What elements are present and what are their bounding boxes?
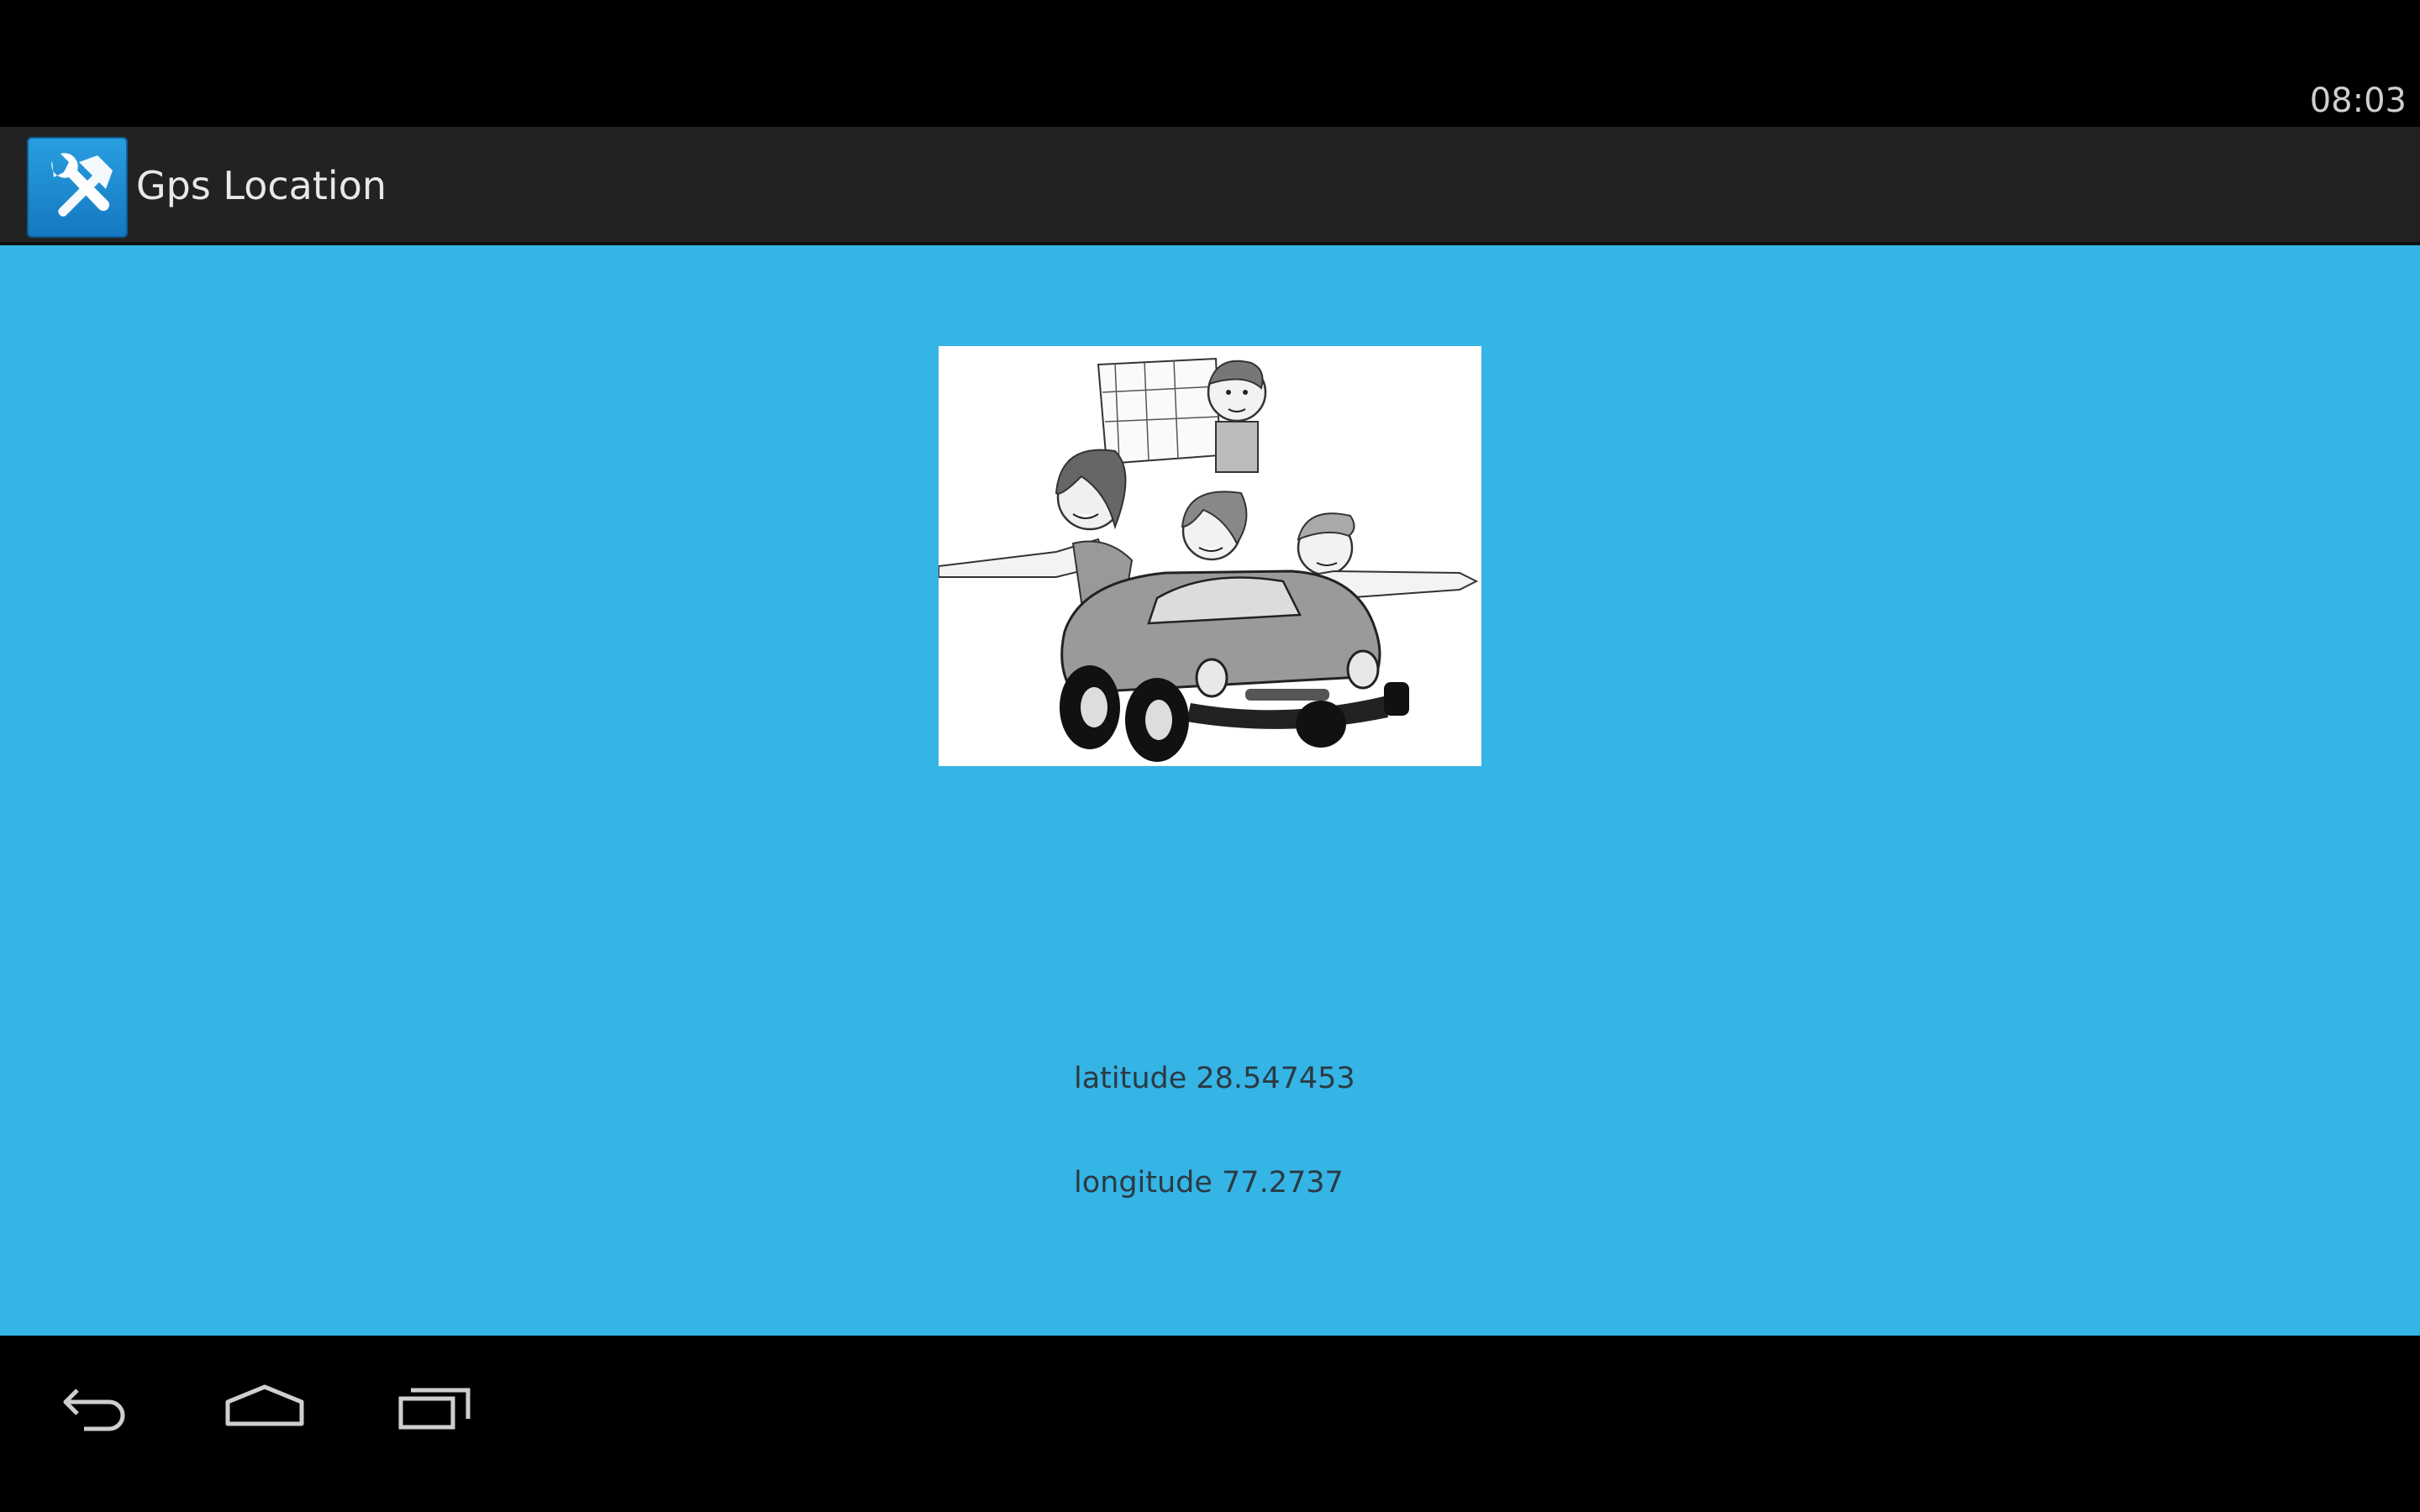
road-trip-illustration [939,346,1481,766]
screen: 08:03 Gps Location latitude 28.547453 lo… [0,0,2420,1512]
action-bar: Gps Location [0,127,2420,245]
longitude-text: longitude 77.2737 [1074,1166,1344,1200]
home-icon [225,1384,304,1426]
main-content: latitude 28.547453 longitude 77.2737 [0,245,2420,1336]
status-clock: 08:03 [2309,81,2407,120]
latitude-text: latitude 28.547453 [1074,1062,1355,1095]
tools-icon[interactable] [27,137,128,238]
navigation-bar [0,1336,2420,1512]
recent-apps-icon [398,1388,471,1430]
status-bar: 08:03 [0,0,2420,127]
back-icon [63,1389,125,1431]
home-button[interactable] [202,1361,328,1453]
app-title: Gps Location [136,163,387,208]
recent-apps-button[interactable] [372,1361,498,1453]
back-button[interactable] [34,1361,160,1453]
